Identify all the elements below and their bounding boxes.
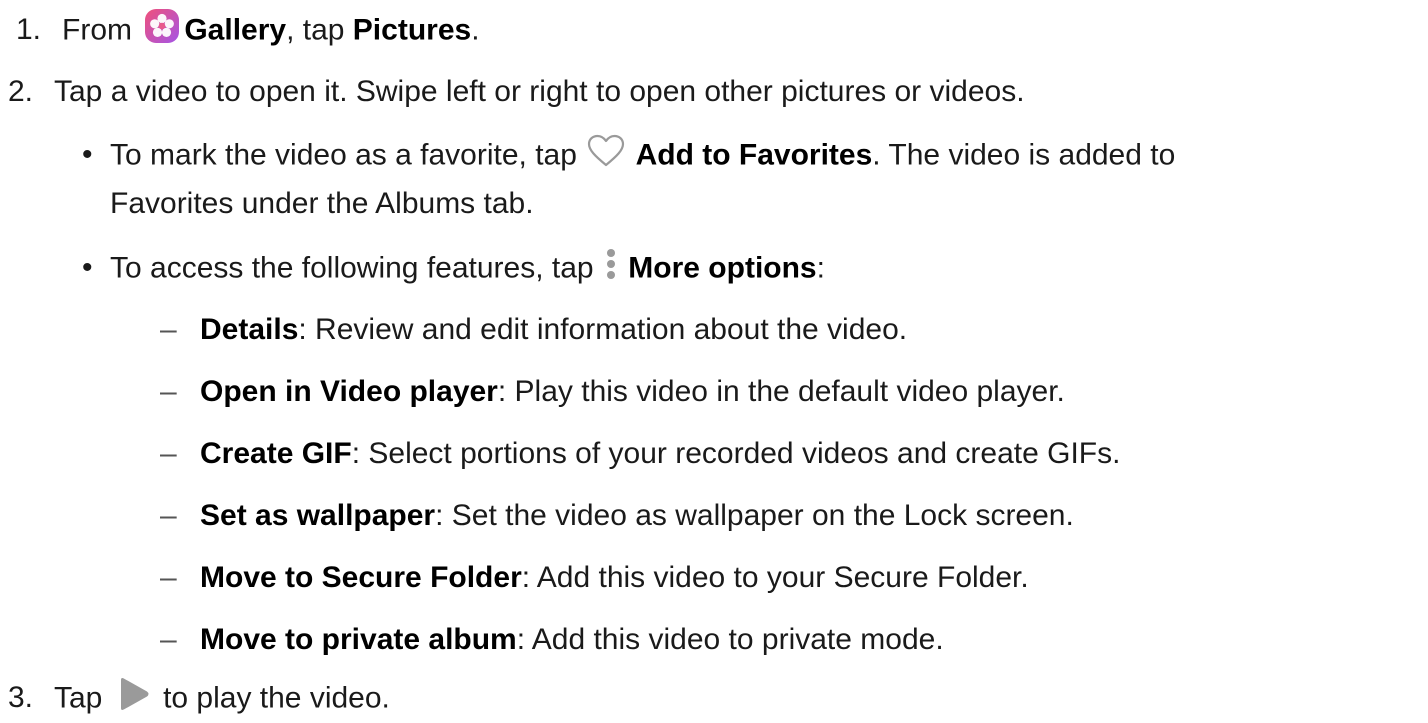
step-2: 2. Tap a video to open it. Swipe left or … [8, 72, 1025, 112]
step-3: 3. Tap to play the video. [8, 676, 390, 716]
bullet-marker: • [82, 251, 93, 285]
more-options-icon [604, 246, 618, 293]
bullet-text: To access the following features, tap [110, 251, 594, 285]
step-number: 3. [8, 681, 34, 715]
more-options-label: More options [628, 251, 817, 285]
dash-marker: – [160, 313, 177, 346]
option-open-in-video-player: – Open in Video player: Play this video i… [160, 372, 1065, 412]
option-desc: : Add this video to your Secure Folder. [521, 561, 1029, 594]
option-desc: : Play this video in the default video p… [497, 375, 1065, 408]
option-name: Set as wallpaper [200, 499, 436, 532]
bullet-text-end: . The video is added to [872, 138, 1176, 172]
bullet-text-end: : [816, 251, 825, 285]
step-text: Tap a video to open it. Swipe left or ri… [54, 75, 1025, 108]
dash-marker: – [160, 375, 177, 408]
option-move-to-secure-folder: – Move to Secure Folder: Add this video t… [160, 558, 1029, 598]
step-text: Tap [54, 681, 103, 715]
step-text: , tap [286, 13, 345, 47]
dash-marker: – [160, 499, 177, 532]
option-set-as-wallpaper: – Set as wallpaper: Set the video as wall… [160, 496, 1074, 536]
bullet-more-options: • To access the following features, tap M… [82, 246, 825, 286]
dash-marker: – [160, 561, 177, 594]
option-desc: : Review and edit information about the … [298, 313, 908, 346]
add-to-favorites-label: Add to Favorites [635, 138, 873, 172]
option-name: Create GIF [200, 437, 352, 470]
bullet-marker: • [82, 138, 93, 172]
bullet-favorite-continuation: Favorites under the Albums tab. [110, 184, 534, 224]
option-name: Details [200, 313, 299, 346]
play-icon [113, 676, 153, 723]
option-desc: : Add this video to private mode. [516, 623, 944, 656]
option-move-to-private-album: – Move to private album: Add this video t… [160, 620, 944, 660]
step-text: From [62, 13, 132, 47]
option-desc: : Set the video as wallpaper on the Lock… [435, 499, 1074, 532]
gallery-app-icon [144, 8, 180, 55]
pictures-label: Pictures [352, 13, 472, 47]
dash-marker: – [160, 623, 177, 656]
heart-outline-icon [587, 134, 625, 179]
step-text-end: to play the video. [163, 681, 390, 715]
step-number: 2. [8, 75, 34, 108]
bullet-favorite: • To mark the video as a favorite, tap Ad… [82, 134, 1175, 174]
option-create-gif: – Create GIF: Select portions of your rec… [160, 434, 1120, 474]
option-name: Move to private album [200, 623, 517, 656]
step-text-end: . [471, 13, 480, 47]
option-name: Open in Video player [200, 375, 498, 408]
step-1: 1. From Gallery, tap Pictures. [16, 8, 480, 48]
gallery-label: Gallery [184, 13, 287, 47]
step-number: 1. [16, 13, 42, 47]
dash-marker: – [160, 437, 177, 470]
bullet-text: Favorites under the Albums tab. [110, 187, 534, 220]
bullet-text: To mark the video as a favorite, tap [110, 138, 577, 172]
option-details: – Details: Review and edit information ab… [160, 310, 907, 350]
option-desc: : Select portions of your recorded video… [351, 437, 1121, 470]
option-name: Move to Secure Folder [200, 561, 522, 594]
